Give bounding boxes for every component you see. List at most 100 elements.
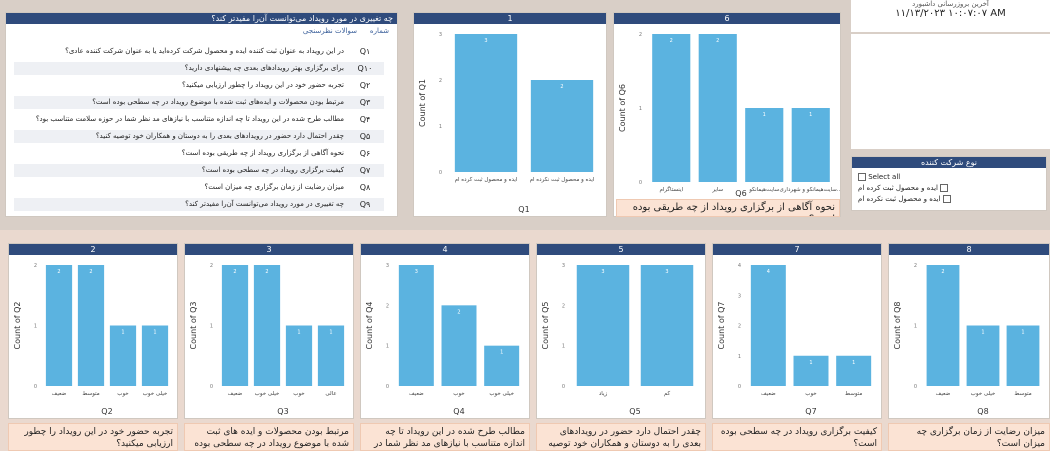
y-tick-label: 3 (439, 32, 442, 38)
bar (530, 80, 594, 172)
last-update-value: ۱۱/۱۳/۲۰۲۳ ۱۰:۰۷:۰۷ AM (895, 8, 1006, 19)
bar (745, 108, 784, 182)
checkbox-icon[interactable] (858, 173, 866, 181)
y-tick-label: 1 (639, 106, 642, 112)
y-tick-label: 1 (210, 324, 213, 330)
data-label: 1 (809, 112, 812, 118)
table-row[interactable]: Q۷ کیفیت برگزاری رویداد در چه سطحی بوده ا… (14, 164, 384, 177)
y-tick-label: 1 (386, 344, 389, 350)
chart-8[interactable]: 8 Count of Q8 0 1 2 2 ضعیف 1 خیلی خوب 1 متوسط Q8 (888, 243, 1050, 419)
x-axis-label: Q4 (453, 407, 464, 416)
question-text: نحوه آگاهی از برگزاری رویداد از چه طریقی… (181, 149, 344, 157)
y-axis-label: Count of Q3 (189, 302, 198, 350)
category-label: ...سایت‌هیمانکو و شهرداری (779, 186, 840, 193)
table-row[interactable]: Q۸ میزان رضایت از زمان برگزاری چه میزان ا… (14, 181, 384, 194)
y-tick-label: 1 (738, 354, 741, 360)
category-label: ایده و محصول ثبت کرده ام (455, 176, 518, 183)
question-code: Q۵ (359, 132, 371, 141)
table-row[interactable]: Q۱ در این رویداد به عنوان ثبت کننده ایده … (14, 45, 384, 58)
category-label: خیلی خوب (489, 391, 514, 397)
question-text: تجربه حضور خود در این رویداد را چطور ارز… (182, 81, 344, 89)
table-row[interactable]: Q۳ مرتبط بودن محصولات و ایده‌های ثبت شده … (14, 96, 384, 109)
blank-panel (851, 34, 1050, 149)
chart-svg: Count of Q8 0 1 2 2 ضعیف 1 خیلی خوب 1 متوسط Q8 (893, 263, 1040, 416)
category-label: خوب (293, 391, 304, 397)
chart-title: 5 (537, 244, 705, 255)
question-text: برای برگزاری بهتر رویدادهای بعدی چه پیشن… (184, 64, 344, 72)
category-label: ایده و محصول ثبت نکرده ام (530, 176, 595, 183)
chart-title: 6 (614, 13, 840, 24)
y-tick-label: 2 (34, 263, 37, 269)
data-label: 1 (981, 330, 984, 336)
chart-5[interactable]: 5 Count of Q5 0 1 2 3 3 زیاد 3 کم Q5 (536, 243, 706, 419)
questions-table: چه تغییری در مورد رویداد می‌توانست آن‌را… (5, 12, 398, 217)
y-tick-label: 2 (914, 263, 917, 269)
question-code: Q۲ (359, 81, 371, 90)
category-label: کم (664, 390, 671, 397)
chart-2[interactable]: 2 Count of Q2 0 1 2 2 ضعیف 2 متوسط 1 خوب 1 خیلی خوب Q… (8, 243, 178, 419)
data-label: 3 (415, 269, 418, 275)
bar (640, 265, 694, 386)
chart-title: 8 (889, 244, 1049, 255)
data-label: 2 (233, 269, 236, 275)
data-label: 1 (153, 330, 156, 336)
chart-4[interactable]: 4 Count of Q4 0 1 2 3 3 ضعیف 2 خوب 1 خیلی خوب Q4 (360, 243, 530, 419)
bar (221, 265, 249, 386)
chart-7[interactable]: 7 Count of Q7 0 1 2 3 4 4 ضعیف 1 خوب 1 متوسط Q7 (712, 243, 882, 419)
category-label: متوسط (845, 391, 862, 397)
data-label: 2 (265, 269, 268, 275)
data-label: 2 (941, 269, 944, 275)
y-tick-label: 0 (639, 180, 642, 186)
column-header-questions[interactable]: سوالات نظرسنجی (303, 27, 357, 35)
y-tick-label: 2 (738, 324, 741, 330)
y-axis-label: Count of Q4 (365, 302, 374, 350)
bar (791, 108, 830, 182)
y-axis-label: Count of Q5 (541, 302, 550, 350)
bar (454, 34, 518, 172)
slicer-item-not-registered[interactable]: ایده و محصول ثبت نکرده ام (858, 195, 951, 203)
y-tick-label: 0 (386, 384, 389, 390)
category-label: خوب (805, 391, 816, 397)
checkbox-icon[interactable] (940, 184, 949, 192)
y-tick-label: 0 (439, 170, 442, 176)
column-header-number[interactable]: شماره (370, 27, 389, 35)
y-tick-label: 2 (386, 303, 389, 309)
y-tick-label: 1 (562, 344, 565, 350)
question-code: Q۱ (359, 47, 371, 56)
table-row[interactable]: Q۱۰ برای برگزاری بهتر رویدادهای بعدی چه پ… (14, 62, 384, 75)
bar (576, 265, 630, 386)
y-tick-label: 0 (738, 384, 741, 390)
bar (698, 34, 737, 182)
checkbox-icon[interactable] (942, 195, 951, 203)
table-row[interactable]: Q۴ مطالب طرح شده در این رویداد تا چه اندا… (14, 113, 384, 126)
data-label: 1 (500, 350, 503, 356)
bar (441, 305, 477, 386)
category-label: اینستاگرام (659, 186, 683, 193)
x-axis-label: Q8 (977, 407, 988, 416)
question-text: میزان رضایت از زمان برگزاری چه میزان است… (204, 183, 345, 191)
chart-svg: Count of Q6 0 1 2 2 اینستاگرام 2 سایر 1 سایت‌هیما… (618, 32, 840, 198)
caption-chart-6: نحوه آگاهی از برگزاری رویداد از چه طریقی… (616, 199, 840, 217)
caption-chart-2: تجربه حضور خود در این رویداد را چطور ارز… (8, 423, 178, 451)
y-tick-label: 2 (562, 303, 565, 309)
chart-6[interactable]: 6 Count of Q6 0 1 2 2 اینستاگرام 2 سایر 1 سایت‌هیم… (613, 12, 841, 217)
table-row[interactable]: Q۲ تجربه حضور خود در این رویداد را چطور ا… (14, 79, 384, 92)
slicer-item-select-all[interactable]: Select all (858, 173, 900, 181)
chart-1[interactable]: 1 Count of Q1 0 1 2 3 3 ایده و محصول ثبت کرده ا… (413, 12, 607, 217)
slicer-item-registered[interactable]: ایده و محصول ثبت کرده ام (858, 184, 949, 192)
category-label: عالی (325, 391, 336, 397)
category-label: زیاد (599, 391, 608, 397)
last-update-card: آخرین بروزرسانی داشبورد ۱۱/۱۳/۲۰۲۳ ۱۰:۰۷… (851, 0, 1050, 32)
x-axis-label: Q7 (805, 407, 816, 416)
table-row[interactable]: Q۶ نحوه آگاهی از برگزاری رویداد از چه طری… (14, 147, 384, 160)
table-row[interactable]: Q۵ چقدر احتمال دارد حضور در رویدادهای بعد… (14, 130, 384, 143)
data-label: 1 (329, 330, 332, 336)
category-label: ضعیف (52, 391, 67, 397)
chart-3[interactable]: 3 Count of Q3 0 1 2 2 ضعیف 2 خیلی خوب 1 خوب 1 عالی Q3 (184, 243, 354, 419)
category-label: خیلی خوب (971, 391, 996, 397)
caption-chart-8: میزان رضایت از زمان برگزاری چه میزان است… (888, 423, 1050, 451)
slicer-title: نوع شرکت کننده (852, 157, 1046, 168)
table-row[interactable]: Q۹ چه تغییری در مورد رویداد می‌توانست آن‌… (14, 198, 384, 211)
chart-title: 4 (361, 244, 529, 255)
bar (45, 265, 73, 386)
